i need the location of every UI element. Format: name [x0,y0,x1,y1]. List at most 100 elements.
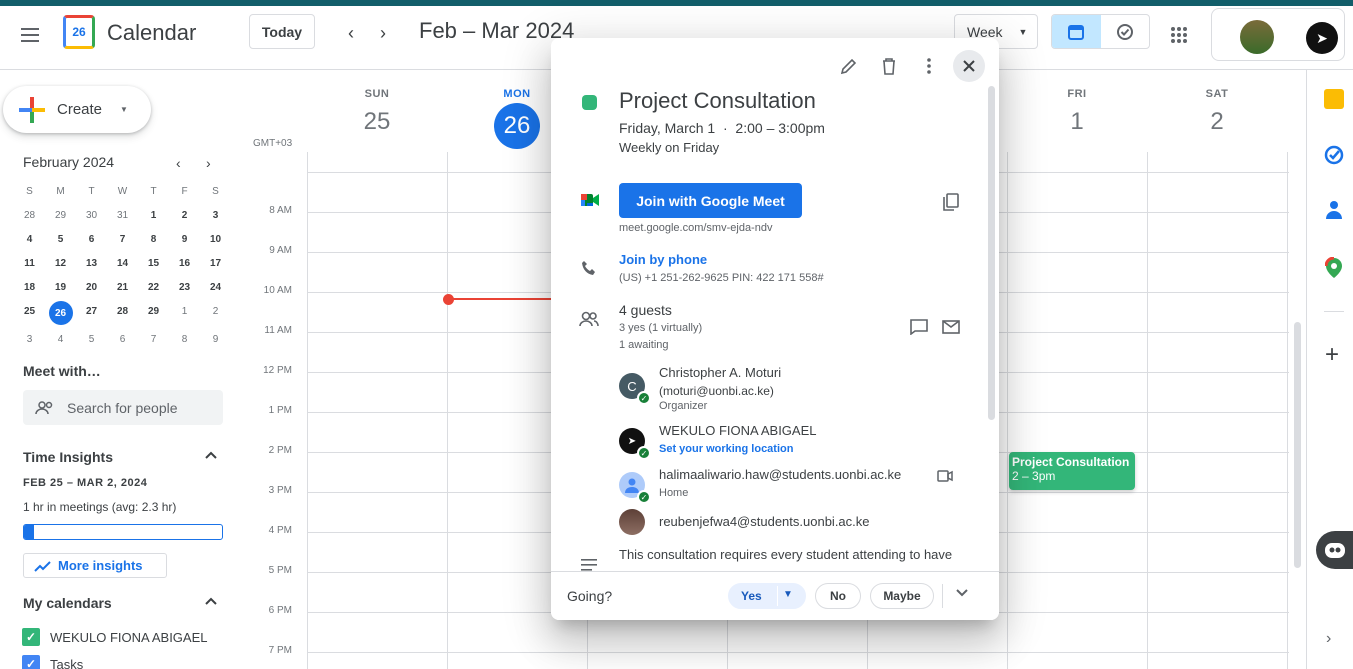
close-popup-button[interactable] [953,50,985,82]
mini-calendar-day[interactable]: 1 [169,301,200,321]
meet-url: meet.google.com/smv-ejda-ndv [619,222,773,234]
mini-calendar-day[interactable]: 6 [76,229,107,249]
mini-calendar-day[interactable]: 3 [200,205,231,225]
search-people-input[interactable]: Search for people [23,390,223,425]
assistant-robot-icon[interactable] [1316,531,1353,569]
maps-icon[interactable] [1324,256,1343,284]
mini-calendar-day[interactable]: 9 [200,329,231,349]
mini-calendar-day[interactable]: 15 [138,253,169,273]
tasks-view-toggle[interactable] [1101,15,1150,48]
email-guests-button[interactable] [940,316,962,338]
mini-calendar-day[interactable]: 14 [107,253,138,273]
mini-calendar-day[interactable]: 17 [200,253,231,273]
next-week-button[interactable]: › [372,22,394,44]
mini-calendar-day[interactable]: 5 [76,329,107,349]
mini-calendar-day[interactable]: 12 [45,253,76,273]
mini-calendar-next[interactable]: › [206,155,211,171]
mini-calendar-day[interactable]: 28 [14,205,45,225]
calendar-item-personal[interactable]: ✓ WEKULO FIONA ABIGAEL [22,628,208,646]
mini-calendar-day[interactable]: 16 [169,253,200,273]
timezone-label: GMT+03 [253,138,293,149]
add-addon-icon[interactable]: + [1325,343,1339,367]
mini-calendar-day[interactable]: 19 [45,277,76,297]
day-header[interactable]: SUN 25 [307,88,447,136]
mini-calendar-day[interactable]: 29 [138,301,169,321]
message-guests-button[interactable] [908,316,930,338]
mini-calendar-day[interactable]: 31 [107,205,138,225]
more-options-button[interactable] [913,50,945,82]
mini-calendar-day[interactable]: 29 [45,205,76,225]
google-apps-button[interactable] [1166,22,1192,48]
popup-scrollbar[interactable] [988,86,995,420]
rsvp-yes-button[interactable]: Yes ▼ [728,583,806,609]
day-header[interactable]: SAT 2 [1147,88,1287,136]
hour-label: 5 PM [268,565,292,576]
set-working-location-link[interactable]: Set your working location [659,443,793,455]
my-calendars-collapse[interactable] [203,593,219,609]
copy-meet-link-button[interactable] [939,190,963,214]
account-avatar[interactable]: ➤ [1306,22,1338,54]
mini-calendar-day[interactable]: 24 [200,277,231,297]
week-scrollbar[interactable] [1294,322,1301,568]
mini-calendar-day[interactable]: 4 [14,229,45,249]
calendar-logo-icon[interactable]: 26 [63,15,95,49]
tasks-icon[interactable] [1324,145,1344,170]
keep-icon[interactable] [1324,89,1344,109]
event-title: Project Consultation [1012,455,1130,469]
checkbox-checked-icon[interactable]: ✓ [22,655,40,669]
mini-calendar-day[interactable]: 28 [107,301,138,321]
mini-calendar-day[interactable]: 9 [169,229,200,249]
expand-rsvp-button[interactable] [956,586,968,600]
day-header[interactable]: FRI 1 [1007,88,1147,136]
calendar-view-toggle[interactable] [1052,15,1101,48]
mini-calendar-day[interactable]: 25 [14,301,45,321]
main-menu-button[interactable] [14,18,48,52]
mini-calendar-day[interactable]: 23 [169,277,200,297]
mini-calendar-day[interactable]: 8 [138,229,169,249]
mini-calendar-day[interactable]: 1 [138,205,169,225]
mini-calendar-day[interactable]: 30 [76,205,107,225]
weekday-header: S [212,185,219,197]
mini-calendar-day[interactable]: 3 [14,329,45,349]
day-date[interactable]: 1 [1007,108,1147,136]
join-by-phone-link[interactable]: Join by phone [619,252,707,267]
create-button[interactable]: Create ▼ [3,86,151,133]
day-date[interactable]: 25 [307,108,447,136]
mini-calendar-day[interactable]: 4 [45,329,76,349]
mini-calendar-day[interactable]: 22 [138,277,169,297]
mini-calendar-day[interactable]: 7 [138,329,169,349]
contacts-icon[interactable] [1325,200,1343,225]
day-date[interactable]: 26 [494,103,540,149]
mini-calendar-day[interactable]: 20 [76,277,107,297]
checkbox-checked-icon[interactable]: ✓ [22,628,40,646]
expand-panel-icon[interactable]: › [1326,630,1331,648]
mini-calendar-day[interactable]: 6 [107,329,138,349]
more-insights-button[interactable]: More insights [23,553,167,578]
rsvp-maybe-button[interactable]: Maybe [870,583,934,609]
mini-calendar-day[interactable]: 7 [107,229,138,249]
calendar-event-project-consultation[interactable]: Project Consultation 2 – 3pm [1009,452,1135,490]
edit-event-button[interactable] [833,50,865,82]
mini-calendar-day[interactable]: 11 [14,253,45,273]
dropdown-arrow-icon[interactable]: ▼ [783,589,793,600]
time-insights-collapse[interactable] [203,447,219,463]
delete-event-button[interactable] [873,50,905,82]
mini-calendar-day[interactable]: 26 [48,301,73,325]
mini-calendar-day[interactable]: 2 [200,301,231,321]
mini-calendar-day[interactable]: 18 [14,277,45,297]
guest-avatar: C ✓ [619,373,651,405]
mini-calendar-day[interactable]: 8 [169,329,200,349]
mini-calendar-prev[interactable]: ‹ [176,155,181,171]
mini-calendar-day[interactable]: 27 [76,301,107,321]
rsvp-no-button[interactable]: No [815,583,861,609]
join-meet-button[interactable]: Join with Google Meet [619,183,802,218]
previous-week-button[interactable]: ‹ [340,22,362,44]
mini-calendar-day[interactable]: 10 [200,229,231,249]
calendar-item-tasks[interactable]: ✓ Tasks [22,655,83,669]
day-date[interactable]: 2 [1147,108,1287,136]
today-button[interactable]: Today [249,14,315,49]
mini-calendar-day[interactable]: 2 [169,205,200,225]
mini-calendar-day[interactable]: 21 [107,277,138,297]
mini-calendar-day[interactable]: 13 [76,253,107,273]
mini-calendar-day[interactable]: 5 [45,229,76,249]
